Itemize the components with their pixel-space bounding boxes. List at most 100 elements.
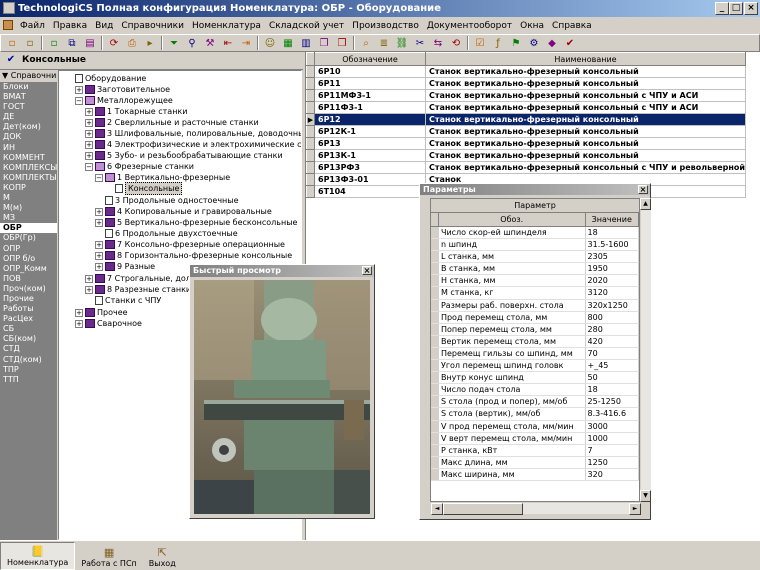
expand-toggle-icon[interactable]: + — [85, 118, 93, 127]
expand-toggle-icon[interactable]: − — [85, 162, 93, 171]
catalog-item[interactable]: ТТП — [0, 375, 57, 385]
table-row[interactable]: 6Р11Ф3-1 Станок вертикально-фрезерный кон… — [306, 101, 746, 114]
tools-icon[interactable]: ⚒ — [203, 37, 217, 50]
parameter-row[interactable]: V верт перемещ стола, мм/мин 1000 — [431, 432, 639, 445]
catalog-item[interactable]: ГОСТ — [0, 102, 57, 112]
menu-item-7[interactable]: Документооборот — [423, 21, 516, 31]
parameter-row[interactable]: Число скор-ей шпинделя 18 — [431, 227, 639, 240]
unlink-icon[interactable]: ✂ — [413, 37, 427, 50]
filter-icon[interactable]: ⏷ — [167, 37, 181, 50]
window-title-bar[interactable]: TechnologiCS Полная конфигурация Номенкл… — [0, 0, 760, 17]
row-indicator[interactable] — [306, 65, 315, 78]
pin-icon[interactable]: ✔ — [3, 54, 19, 68]
table-row[interactable]: 6Р11МФ3-1 Станок вертикально-фрезерный ко… — [306, 89, 746, 102]
parameter-row[interactable]: Внутр конус шпинд 50 — [431, 372, 639, 385]
check-icon[interactable]: ☑ — [473, 37, 487, 50]
paste-icon[interactable]: ▤ — [83, 37, 97, 50]
row-indicator[interactable] — [306, 149, 315, 162]
zoom-icon[interactable]: ⌕ — [359, 37, 373, 50]
column-header-name[interactable]: Наименование — [425, 52, 746, 66]
tree-node[interactable]: − 6 Фрезерные станки — [85, 161, 194, 172]
menu-item-4[interactable]: Номенклатура — [188, 21, 265, 31]
menu-item-2[interactable]: Вид — [91, 21, 117, 31]
report-icon[interactable]: ≣ — [377, 37, 391, 50]
new-icon[interactable]: ▫ — [5, 37, 19, 50]
parameter-row[interactable]: V прод перемещ стола, мм/мин 3000 — [431, 420, 639, 433]
menu-item-9[interactable]: Справка — [548, 21, 596, 31]
expand-toggle-icon[interactable]: + — [75, 85, 83, 94]
catalog-item[interactable]: ИН — [0, 143, 57, 153]
tree-node[interactable]: + Прочее — [75, 307, 128, 318]
catalog-item[interactable]: КОММЕНТ — [0, 153, 57, 163]
close-button[interactable]: × — [744, 2, 758, 15]
expand-toggle-icon[interactable]: − — [75, 96, 83, 105]
find-icon[interactable]: ⚲ — [185, 37, 199, 50]
parameter-row[interactable]: L станка, мм 2305 — [431, 251, 639, 264]
tree-node[interactable]: + Сварочное — [75, 318, 142, 329]
row-indicator[interactable] — [306, 161, 315, 174]
taskbar-button[interactable]: ▦ Работа с ПСп — [75, 542, 142, 570]
scroll-left-button[interactable]: ◄ — [431, 503, 443, 515]
tree-node[interactable]: +8 Разрезные станки — [85, 284, 191, 295]
copy-icon[interactable]: ⧉ — [65, 37, 79, 50]
parameter-row[interactable]: S стола (вертик), мм/об 8.3-416.6 — [431, 408, 639, 421]
column-header-value[interactable]: Значение — [586, 213, 639, 226]
catalog-item[interactable]: ОБР(Гр) — [0, 233, 57, 243]
scroll-down-button[interactable]: ▼ — [640, 490, 651, 502]
expand-toggle-icon[interactable]: + — [85, 140, 93, 149]
catalog-item[interactable]: РасЦех — [0, 314, 57, 324]
parameter-row[interactable]: M станка, кг 3120 — [431, 287, 639, 300]
parameter-row[interactable]: Вертик перемещ стола, мм 420 — [431, 335, 639, 348]
parameter-row[interactable]: B станка, мм 1950 — [431, 263, 639, 276]
tree-node[interactable]: +5 Вертикально-фрезерные бесконсольные — [95, 217, 297, 228]
catalog-item[interactable]: Проч(ком) — [0, 284, 57, 294]
diamond-icon[interactable]: ◆ — [545, 37, 559, 50]
taskbar-button[interactable]: ⇱ Выход — [143, 542, 182, 570]
formula-icon[interactable]: ƒ — [491, 37, 505, 50]
expand-toggle-icon[interactable]: + — [95, 251, 103, 260]
catalog-list-header[interactable]: ▼ Справочник — [0, 70, 57, 82]
copy-window-icon[interactable]: ❒ — [335, 37, 349, 50]
table-row[interactable]: 6Р13РФ3 Станок вертикально-фрезерный конс… — [306, 161, 746, 174]
maximize-button[interactable]: □ — [729, 2, 743, 15]
table-row[interactable]: 6Р13К-1 Станок вертикально-фрезерный конс… — [306, 149, 746, 162]
parameter-row[interactable]: Макс длина, мм 1250 — [431, 456, 639, 469]
parameters-horizontal-scrollbar[interactable]: ◄ ► — [430, 502, 641, 515]
link-icon[interactable]: ⛓ — [395, 37, 409, 50]
tree-node[interactable]: − Металлорежущее — [75, 95, 173, 106]
expand-toggle-icon[interactable]: + — [85, 107, 93, 116]
tree-node[interactable]: 6 Продольные двухстоечные — [95, 228, 238, 239]
tree-node[interactable]: +4 Копировальные и гравировальные — [95, 206, 272, 217]
catalog-item[interactable]: ОПР_Комм — [0, 264, 57, 274]
tree-node[interactable]: +1 Токарные станки — [85, 106, 187, 117]
minimize-button[interactable]: _ — [715, 2, 729, 15]
tree-node[interactable]: +3 Шлифовальные, полировальные, доводочн… — [85, 128, 301, 139]
catalog-item[interactable]: СБ(ком) — [0, 334, 57, 344]
parameters-vertical-scrollbar[interactable]: ▲ ▼ — [640, 198, 651, 502]
row-indicator[interactable]: ▶ — [306, 113, 315, 126]
parameter-row[interactable]: H станка, мм 2020 — [431, 275, 639, 288]
parameter-row[interactable]: Попер перемещ стола, мм 280 — [431, 323, 639, 336]
expand-toggle-icon[interactable]: + — [75, 308, 83, 317]
tree-node[interactable]: +8 Горизонтально-фрезерные консольные — [95, 250, 292, 261]
catalog-item[interactable]: КОПР — [0, 183, 57, 193]
menu-item-1[interactable]: Правка — [49, 21, 91, 31]
catalog-item[interactable]: ВМАТ — [0, 92, 57, 102]
tree-node[interactable]: +7 Строгальные, долб — [85, 273, 196, 284]
tree-node[interactable]: +2 Сверлильные и расточные станки — [85, 117, 259, 128]
catalog-item[interactable]: Блоки — [0, 82, 57, 92]
user-icon[interactable]: ☺ — [263, 37, 277, 50]
catalog-item[interactable]: КОМПЛЕКТЫ — [0, 173, 57, 183]
parameter-row[interactable]: P станка, кВт 7 — [431, 444, 639, 457]
catalog-item[interactable]: М(м) — [0, 203, 57, 213]
parameter-row[interactable]: S стола (прод и попер), мм/об 25-1250 — [431, 396, 639, 409]
catalog-item[interactable]: М — [0, 193, 57, 203]
catalog-item[interactable]: Работы — [0, 304, 57, 314]
parameter-row[interactable]: Размеры раб. поверхн. стола 320x1250 — [431, 299, 639, 312]
run-icon[interactable]: ▸ — [143, 37, 157, 50]
tree-node[interactable]: Станки с ЧПУ — [85, 295, 161, 306]
catalog-item[interactable]: МЗ — [0, 213, 57, 223]
menu-item-8[interactable]: Окна — [516, 21, 548, 31]
catalog-item[interactable]: СТД — [0, 344, 57, 354]
expand-toggle-icon[interactable]: − — [95, 173, 103, 182]
